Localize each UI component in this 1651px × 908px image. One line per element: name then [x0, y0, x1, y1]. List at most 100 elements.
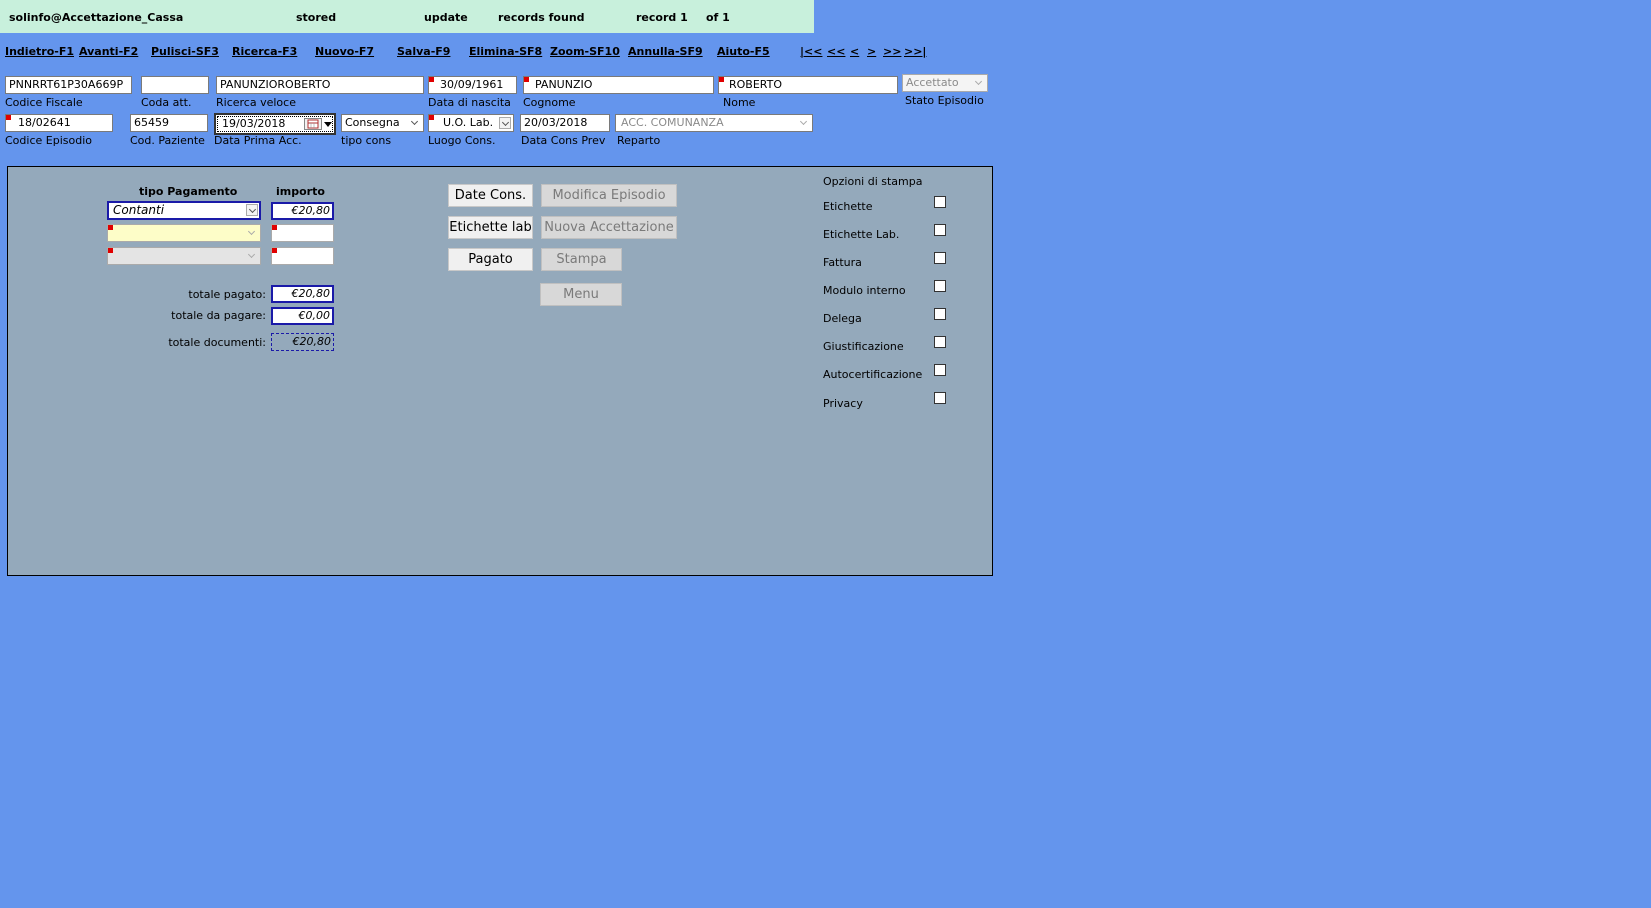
status-stored: stored — [296, 11, 337, 24]
privacy-checkbox[interactable] — [934, 392, 946, 404]
luogo-cons-select[interactable]: U.O. Lab. — [428, 114, 514, 132]
data-nascita-label: Data di nascita — [428, 96, 511, 109]
payment-amount-field[interactable] — [271, 224, 334, 242]
nav-next-link[interactable]: > — [867, 45, 876, 58]
etichette-lab-button[interactable]: Etichette lab — [448, 216, 533, 239]
tipo-cons-value: Consegna — [345, 116, 400, 129]
tipo-cons-select[interactable]: Consegna — [341, 114, 424, 132]
etichette-checkbox[interactable] — [934, 196, 946, 208]
menu-clear-link[interactable]: Pulisci-SF3 — [151, 45, 219, 58]
status-user: solinfo@Accettazione_Cassa — [9, 11, 184, 24]
data-cons-prev-field[interactable]: 20/03/2018 — [520, 114, 610, 132]
reparto-label: Reparto — [617, 134, 661, 147]
menu-search-link[interactable]: Ricerca-F3 — [232, 45, 297, 58]
fattura-checkbox[interactable] — [934, 252, 946, 264]
payment-type-value: Contanti — [113, 203, 165, 217]
chevron-down-icon — [973, 77, 985, 89]
menu-button[interactable]: Menu — [540, 283, 622, 306]
data-prima-acc-label: Data Prima Acc. — [214, 134, 302, 147]
tipo-cons-label: tipo cons — [341, 134, 392, 147]
delega-checkbox[interactable] — [934, 308, 946, 320]
totale-da-pagare-field: €0,00 — [271, 307, 334, 325]
totale-documenti-label: totale documenti: — [168, 336, 266, 349]
nav-last-link[interactable]: >>| — [904, 45, 926, 58]
codice-fiscale-label: Codice Fiscale — [5, 96, 83, 109]
data-prima-acc-field[interactable]: 19/03/2018 — [214, 113, 336, 135]
ricerca-veloce-label: Ricerca veloce — [216, 96, 296, 109]
nome-label: Nome — [723, 96, 756, 109]
stato-episodio-value: Accettato — [906, 76, 959, 89]
autocertificazione-checkbox[interactable] — [934, 364, 946, 376]
status-bar: solinfo@Accettazione_Cassa stored update… — [0, 0, 814, 33]
tipo-pagamento-header: tipo Pagamento — [139, 185, 238, 198]
luogo-cons-value: U.O. Lab. — [443, 116, 494, 129]
print-options-title: Opzioni di stampa — [823, 175, 923, 188]
totale-da-pagare-label: totale da pagare: — [171, 309, 266, 322]
cod-paziente-field[interactable]: 65459 — [130, 114, 208, 132]
pagato-button[interactable]: Pagato — [448, 248, 533, 271]
cognome-label: Cognome — [523, 96, 576, 109]
importo-header: importo — [276, 185, 325, 198]
data-cons-prev-label: Data Cons Prev — [521, 134, 606, 147]
menu-zoom-link[interactable]: Zoom-SF10 — [550, 45, 620, 58]
codice-fiscale-field[interactable]: PNNRRT61P30A669P — [5, 76, 132, 94]
data-nascita-field[interactable]: 30/09/1961 — [428, 76, 517, 94]
giustificazione-checkbox[interactable] — [934, 336, 946, 348]
stampa-button[interactable]: Stampa — [541, 248, 622, 271]
payment-amount-field[interactable]: €20,80 — [271, 202, 334, 220]
calendar-icon[interactable] — [304, 118, 322, 130]
menu-forward-link[interactable]: Avanti-F2 — [79, 45, 138, 58]
print-option-label: Etichette Lab. — [823, 228, 900, 241]
ricerca-veloce-field[interactable]: PANUNZIOROBERTO — [216, 76, 424, 94]
nuova-accettazione-button[interactable]: Nuova Accettazione — [541, 216, 677, 239]
print-option-label: Autocertificazione — [823, 368, 923, 381]
coda-att-field[interactable] — [141, 76, 209, 94]
menu-cancel-link[interactable]: Annulla-SF9 — [628, 45, 703, 58]
chevron-down-icon — [246, 204, 258, 216]
nav-prev-page-link[interactable]: << — [827, 45, 845, 58]
payment-type-select[interactable] — [107, 247, 261, 265]
status-of: of 1 — [706, 11, 730, 24]
chevron-down-icon — [246, 227, 258, 239]
print-option-label: Delega — [823, 312, 862, 325]
payment-amount-field[interactable] — [271, 247, 334, 265]
menu-help-link[interactable]: Aiuto-F5 — [717, 45, 770, 58]
menu-back-link[interactable]: Indietro-F1 — [5, 45, 74, 58]
date-cons-button[interactable]: Date Cons. — [448, 184, 533, 207]
status-record: record 1 — [636, 11, 688, 24]
print-option-label: Fattura — [823, 256, 862, 269]
nav-first-link[interactable]: |<< — [800, 45, 822, 58]
coda-att-label: Coda att. — [141, 96, 192, 109]
menu-save-link[interactable]: Salva-F9 — [397, 45, 450, 58]
cognome-field[interactable]: PANUNZIO — [523, 76, 714, 94]
dropdown-arrow-icon[interactable] — [324, 122, 332, 127]
stato-episodio-label: Stato Episodio — [905, 94, 984, 107]
cod-paziente-label: Cod. Paziente — [130, 134, 205, 147]
etichette-lab-checkbox[interactable] — [934, 224, 946, 236]
chevron-down-icon — [499, 117, 511, 129]
data-prima-acc-value: 19/03/2018 — [222, 117, 286, 130]
stato-episodio-select[interactable]: Accettato — [902, 74, 988, 92]
reparto-value: ACC. COMUNANZA — [621, 116, 724, 129]
payment-type-select[interactable] — [107, 224, 261, 242]
status-update: update — [424, 11, 468, 24]
chevron-down-icon — [246, 250, 258, 262]
totale-pagato-field: €20,80 — [271, 285, 334, 303]
print-option-label: Privacy — [823, 397, 863, 410]
nav-prev-link[interactable]: < — [850, 45, 859, 58]
totale-pagato-label: totale pagato: — [188, 288, 266, 301]
nome-field[interactable]: ROBERTO — [718, 76, 898, 94]
totale-documenti-field: €20,80 — [271, 333, 334, 351]
codice-episodio-field[interactable]: 18/02641 — [5, 114, 113, 132]
print-option-label: Giustificazione — [823, 340, 904, 353]
modifica-episodio-button[interactable]: Modifica Episodio — [541, 184, 677, 207]
payment-panel: tipo Pagamento importo Contanti €20,80 t… — [7, 166, 993, 576]
reparto-select[interactable]: ACC. COMUNANZA — [615, 114, 813, 132]
luogo-cons-label: Luogo Cons. — [428, 134, 496, 147]
print-option-label: Modulo interno — [823, 284, 906, 297]
modulo-interno-checkbox[interactable] — [934, 280, 946, 292]
payment-type-select[interactable]: Contanti — [107, 201, 261, 220]
nav-next-page-link[interactable]: >> — [883, 45, 901, 58]
menu-new-link[interactable]: Nuovo-F7 — [315, 45, 374, 58]
menu-delete-link[interactable]: Elimina-SF8 — [469, 45, 542, 58]
